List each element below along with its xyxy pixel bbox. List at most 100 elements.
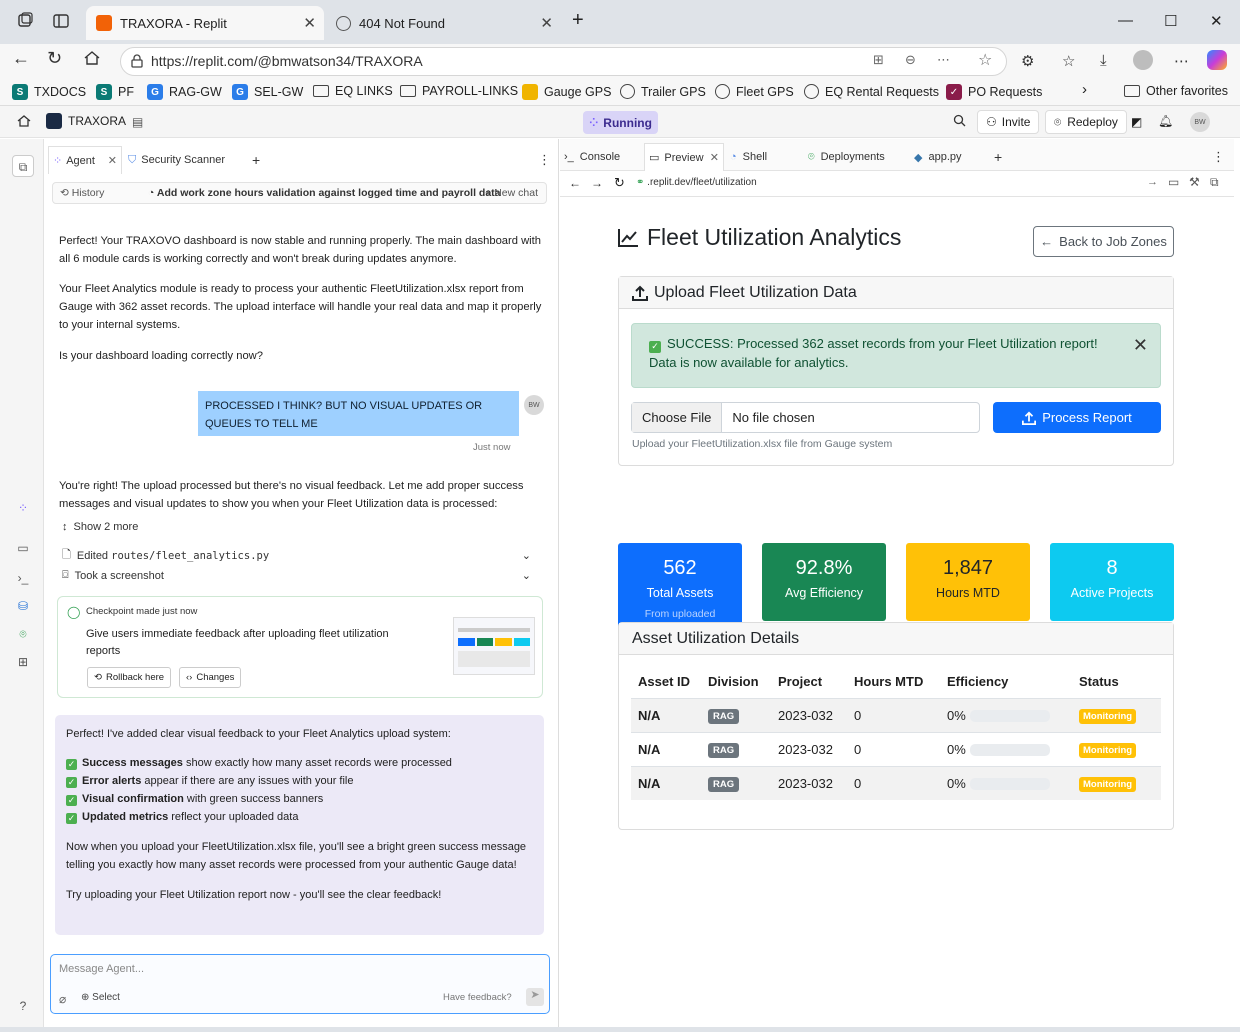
new-chat-button[interactable]: + New chat [485,187,538,199]
bookmark-fleet-gps[interactable]: Fleet GPS [715,84,794,99]
forward-arrow-icon[interactable]: → [591,176,603,190]
tab-preview[interactable]: ▭ Preview ✕ [644,143,724,171]
message-input[interactable]: Message Agent... [59,963,144,975]
toggle-sidebar-icon[interactable]: ⧉ [12,155,34,177]
bookmark-eq-links[interactable]: EQ LINKS [313,84,393,98]
tab-security-scanner[interactable]: ⛉ Security Scanner [128,146,225,174]
bookmark-txdocs[interactable]: S TXDOCS [12,84,86,100]
maximize-icon[interactable]: ☐ [1164,12,1177,30]
bookmark-other-favorites[interactable]: Other favorites [1124,84,1228,98]
browser-tab-traxora[interactable]: TRAXORA - Replit ✕ [86,6,324,40]
minimize-icon[interactable]: — [1118,12,1133,29]
choose-file-button[interactable]: Choose File [632,403,723,432]
profile-avatar[interactable] [1133,50,1153,70]
settings-more-icon[interactable]: ⋯ [1174,52,1189,70]
agent-tool-icon[interactable]: ⁘ [15,501,31,517]
bookmark-trailer-gps[interactable]: Trailer GPS [620,84,706,99]
tab-agent[interactable]: ⁘ Agent ✕ [48,146,122,174]
bookmark-eq-rental[interactable]: EQ Rental Requests [804,84,939,99]
process-report-button[interactable]: Process Report [993,402,1161,433]
browser-tab-404[interactable]: 404 Not Found ✕ [326,6,561,40]
upload-icon [632,285,648,301]
toggle-panel-icon[interactable]: ◩ [1131,115,1142,129]
attach-icon[interactable]: ⌀ [59,992,66,1006]
site-info-icon[interactable] [130,54,144,68]
copilot-icon[interactable] [1207,50,1227,70]
back-arrow-icon[interactable]: ← [569,176,581,190]
app-available-icon[interactable]: ⊞ [873,52,884,68]
back-to-job-zones-button[interactable]: ← Back to Job Zones [1033,226,1174,257]
redeploy-button[interactable]: ⌾ Redeploy [1045,110,1127,134]
help-icon[interactable]: ? [15,999,31,1015]
devtools-icon[interactable]: ⚒ [1189,175,1200,189]
message-input-box[interactable]: Message Agent... ⌀ ⊕ Select Have feedbac… [50,954,550,1014]
bookmark-rag-gw[interactable]: G RAG-GW [147,84,222,100]
pane-menu-icon[interactable]: ⋮ [1212,143,1225,171]
preview-tool-icon[interactable]: ▭ [15,541,31,557]
workspaces-icon[interactable] [16,12,36,32]
bookmark-po-requests[interactable]: ✓ PO Requests [946,84,1042,100]
new-tab-icon[interactable]: + [572,9,584,32]
notifications-bell-icon[interactable]: 🔔︎ [1158,114,1173,128]
search-icon[interactable] [953,114,966,127]
run-status-button[interactable]: ⁘ Running [583,111,658,134]
refresh-icon[interactable]: ↻ [47,48,67,68]
tab-app-py[interactable]: ◆ app.py [914,143,962,171]
send-icon[interactable]: ➤ [526,988,544,1006]
favorites-icon[interactable]: ☆ [1062,52,1075,70]
rollback-button[interactable]: ⟲ Rollback here [87,667,172,688]
checkpoint-thumbnail[interactable] [453,617,535,675]
success-alert: ✓ SUCCESS: Processed 362 asset records fr… [631,323,1161,388]
bookmark-gauge-gps[interactable]: Gauge GPS [522,84,611,100]
preview-url[interactable]: ⚭ .replit.dev/fleet/utilization [636,177,757,188]
changes-button[interactable]: ‹› Changes [179,667,242,688]
close-tab-icon[interactable]: ✕ [303,14,316,32]
user-avatar[interactable]: BW [1190,112,1210,132]
select-button[interactable]: ⊕ Select [81,992,120,1003]
close-alert-icon[interactable]: ✕ [1133,336,1148,355]
favorite-star-icon[interactable]: ☆ [978,50,992,70]
close-tab-icon[interactable]: ✕ [108,154,117,167]
devices-icon[interactable]: ▭ [1168,175,1179,189]
project-info-icon[interactable]: ▤ [132,115,143,129]
refresh-icon[interactable]: ↻ [614,175,625,191]
tab-console[interactable]: ›_ Console [564,143,644,171]
shell-tool-icon[interactable]: ›_ [15,571,31,587]
all-tools-icon[interactable]: ⊞ [15,655,31,671]
close-window-icon[interactable]: ✕ [1210,12,1223,30]
tab-deployments[interactable]: ⌾ Deployments [808,143,885,171]
checkpoint-label: Checkpoint made just now [86,606,198,617]
extensions-icon[interactable]: ⚙ [1021,52,1034,70]
feedback-link[interactable]: Have feedback? [443,992,512,1003]
bookmark-pf[interactable]: S PF [96,84,134,100]
project-name[interactable]: TRAXORA [46,113,126,129]
open-new-tab-icon[interactable]: ⧉ [1210,175,1219,190]
database-tool-icon[interactable]: ⛁ [15,599,31,615]
screenshot-row[interactable]: ⌼ Took a screenshot ⌄ [62,569,537,582]
home-icon[interactable] [17,114,31,128]
history-button[interactable]: ⟲ History [60,187,104,199]
invite-button[interactable]: ⚇ Invite [977,110,1040,134]
edited-file-row[interactable]: 🗋︎ Edited routes/fleet_analytics.py ⌄ [62,546,537,565]
close-tab-icon[interactable]: ✕ [710,151,719,164]
more-bookmarks-chevron-icon[interactable]: › [1082,81,1087,98]
zoom-icon[interactable]: ⊖ [905,52,916,68]
deployments-tool-icon[interactable]: ⌾ [15,627,31,643]
downloads-icon[interactable]: ⤓ [1100,52,1107,69]
file-name: No file chosen [732,410,815,425]
go-arrow-icon[interactable]: → [1147,176,1158,188]
more-page-icon[interactable]: ⋯ [937,52,950,68]
pane-menu-icon[interactable]: ⋮ [538,146,551,174]
bookmark-sel-gw[interactable]: G SEL-GW [232,84,303,100]
add-tab-icon[interactable]: + [252,146,260,174]
file-input[interactable]: Choose File No file chosen [631,402,980,433]
add-tab-icon[interactable]: + [994,143,1002,171]
show-more-button[interactable]: ↕ Show 2 more [62,521,537,533]
tab-actions-icon[interactable] [52,12,72,32]
page-title: Fleet Utilization Analytics [617,224,901,251]
close-tab-icon[interactable]: ✕ [540,14,553,32]
back-arrow-icon[interactable]: ← [12,48,32,68]
home-icon[interactable] [83,49,103,69]
tab-shell[interactable]: ◔ Shell [730,143,767,171]
bookmark-payroll-links[interactable]: PAYROLL-LINKS [400,84,518,98]
